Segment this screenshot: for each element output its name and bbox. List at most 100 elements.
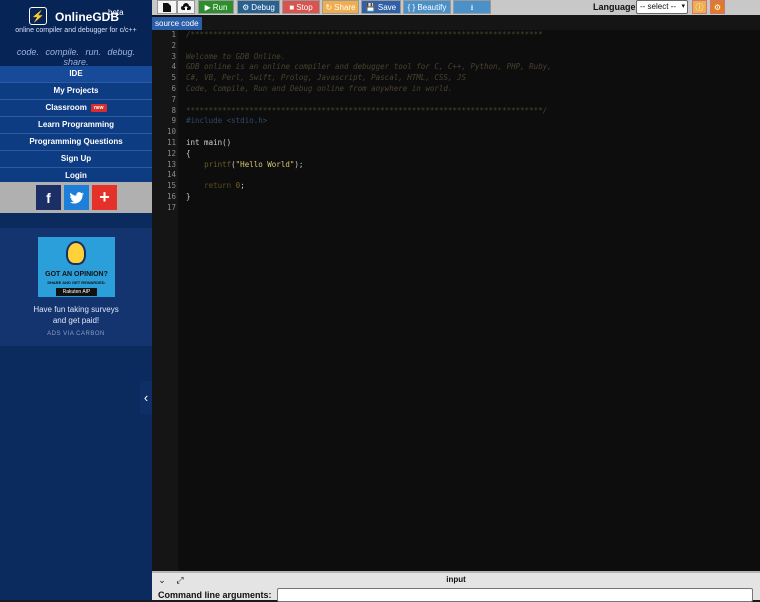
new-file-button[interactable] bbox=[157, 0, 177, 14]
code-token: ); bbox=[294, 159, 304, 169]
brand-action-debug: debug. bbox=[107, 47, 136, 57]
floppy-disk-icon: 💾 bbox=[365, 3, 376, 12]
line-number: 10 bbox=[166, 127, 176, 137]
code-token: { bbox=[186, 148, 191, 158]
save-button[interactable]: 💾 Save bbox=[361, 0, 401, 14]
code-line[interactable]: } bbox=[186, 192, 756, 203]
line-number: 17 bbox=[166, 202, 176, 212]
line-number: 14 bbox=[166, 170, 176, 180]
twitter-icon[interactable] bbox=[64, 185, 89, 210]
line-number: 8 bbox=[171, 105, 176, 115]
download-icon: ⭳ bbox=[470, 3, 474, 12]
tab-source-code[interactable]: source code bbox=[152, 17, 202, 30]
sidebar-item-classroom[interactable]: Classroom new bbox=[0, 100, 152, 117]
ad-text[interactable]: Have fun taking surveys and get paid! bbox=[0, 304, 152, 326]
code-line[interactable]: return 0; bbox=[186, 181, 756, 192]
code-line[interactable]: int main() bbox=[186, 138, 756, 149]
code-line[interactable]: C#, VB, Perl, Swift, Prolog, Javascript,… bbox=[186, 73, 756, 84]
share-plus-icon[interactable]: + bbox=[92, 185, 117, 210]
sidebar-item-programming-questions[interactable]: Programming Questions bbox=[0, 134, 152, 151]
share-label: Share bbox=[334, 3, 356, 12]
line-number: 9 bbox=[171, 116, 176, 126]
line-number: 5 bbox=[171, 73, 176, 83]
ad-brand: Rakuten AIP bbox=[56, 288, 97, 296]
download-button[interactable]: ⭳ bbox=[453, 0, 491, 14]
brand-action-run: run. bbox=[85, 47, 102, 57]
brand-actions: code. compile. run. debug. share. bbox=[0, 47, 152, 67]
code-token: Code, Compile, Run and Debug online from… bbox=[186, 83, 453, 93]
code-line[interactable]: GDB online is an online compiler and deb… bbox=[186, 62, 756, 73]
code-token: ; bbox=[240, 181, 245, 191]
lightning-logo-icon[interactable]: ⚡ bbox=[29, 7, 47, 25]
sidebar-item-learn-programming[interactable]: Learn Programming bbox=[0, 117, 152, 134]
debug-button[interactable]: ⚙ Debug bbox=[237, 0, 280, 14]
line-number: 15 bbox=[166, 181, 176, 191]
play-icon: ▶ bbox=[204, 3, 211, 12]
line-number: 11 bbox=[166, 137, 176, 147]
language-label: Language bbox=[593, 2, 636, 12]
sidebar-item-label: Classroom bbox=[45, 103, 87, 112]
ads-via-carbon-link[interactable]: ADS VIA CARBON bbox=[0, 331, 152, 337]
code-token: printf bbox=[204, 159, 232, 169]
sidebar-item-ide[interactable]: IDE bbox=[0, 66, 152, 83]
brand-action-compile: compile. bbox=[45, 47, 79, 57]
command-line-arguments-label: Command line arguments: bbox=[158, 590, 272, 600]
code-line[interactable]: #include <stdio.h> bbox=[186, 116, 756, 127]
code-token: GDB online is an online compiler and deb… bbox=[186, 62, 552, 72]
code-token: /***************************************… bbox=[186, 30, 543, 39]
sidebar-nav: IDE My Projects Classroom new Learn Progr… bbox=[0, 66, 152, 185]
brand-header: ⚡ OnlineGDB beta online compiler and deb… bbox=[0, 0, 152, 67]
line-number: 4 bbox=[171, 62, 176, 72]
ad-image[interactable]: GOT AN OPINION? SHARE AND GET REWARDED. … bbox=[38, 237, 115, 297]
code-line[interactable] bbox=[186, 170, 756, 181]
settings-button[interactable]: ⚙ bbox=[710, 0, 725, 14]
brand-action-code: code. bbox=[16, 47, 39, 57]
code-line[interactable]: Welcome to GDB Online. bbox=[186, 52, 756, 63]
language-select[interactable]: -- select -- ▾ bbox=[636, 0, 688, 14]
brand-tagline: online compiler and debugger for c/c++ bbox=[15, 27, 137, 34]
share-button[interactable]: ↻ Share bbox=[322, 0, 359, 14]
code-line[interactable]: { bbox=[186, 149, 756, 160]
code-token: ****************************************… bbox=[186, 105, 548, 115]
line-number: 1 bbox=[171, 30, 176, 39]
beautify-button[interactable]: { } Beautify bbox=[403, 0, 451, 14]
stop-label: Stop bbox=[296, 3, 313, 12]
brand-beta-label: beta bbox=[108, 8, 124, 17]
code-line[interactable] bbox=[186, 127, 756, 138]
beautify-label: { } Beautify bbox=[407, 3, 447, 12]
line-number: 3 bbox=[171, 51, 176, 61]
sidebar-item-sign-up[interactable]: Sign Up bbox=[0, 151, 152, 168]
code-line[interactable]: Code, Compile, Run and Debug online from… bbox=[186, 84, 756, 95]
info-button[interactable]: ⓘ bbox=[692, 0, 707, 14]
code-token: int main() bbox=[186, 137, 232, 147]
stop-button[interactable]: ■ Stop bbox=[282, 0, 320, 14]
code-editor[interactable]: 1 2 3 4 5 6 7 8 9 10 11 12 13 14 15 16 17 /*************… bbox=[152, 30, 760, 571]
sidebar-item-label: Sign Up bbox=[60, 154, 92, 163]
stop-square-icon: ■ bbox=[289, 3, 295, 12]
upload-button[interactable] bbox=[177, 0, 195, 14]
code-line[interactable] bbox=[186, 95, 756, 106]
collapse-sidebar-chevron-left-icon[interactable]: ‹ bbox=[140, 381, 152, 414]
line-number: 7 bbox=[171, 94, 176, 104]
sidebar: ⚡ OnlineGDB beta online compiler and deb… bbox=[0, 0, 152, 600]
social-bar: f + bbox=[0, 182, 152, 213]
ad-text-line: and get paid! bbox=[52, 316, 100, 325]
tab-bar: source code bbox=[152, 15, 760, 30]
line-number: 6 bbox=[171, 83, 176, 93]
run-button[interactable]: ▶ Run bbox=[198, 0, 234, 14]
code-area[interactable]: /***************************************… bbox=[186, 30, 756, 214]
input-panel-title: input bbox=[446, 575, 466, 584]
share-refresh-icon: ↻ bbox=[325, 3, 333, 12]
code-line[interactable] bbox=[186, 41, 756, 52]
lightbulb-icon bbox=[66, 241, 86, 265]
code-line[interactable]: ****************************************… bbox=[186, 106, 756, 117]
code-line[interactable] bbox=[186, 203, 756, 214]
line-number: 12 bbox=[166, 148, 176, 158]
code-line[interactable]: /***************************************… bbox=[186, 30, 756, 41]
gear-icon: ⚙ bbox=[713, 3, 722, 12]
sidebar-item-my-projects[interactable]: My Projects bbox=[0, 83, 152, 100]
code-token: Welcome to GDB Online. bbox=[186, 51, 286, 61]
facebook-icon[interactable]: f bbox=[36, 185, 61, 210]
code-line[interactable]: printf("Hello World"); bbox=[186, 160, 756, 171]
